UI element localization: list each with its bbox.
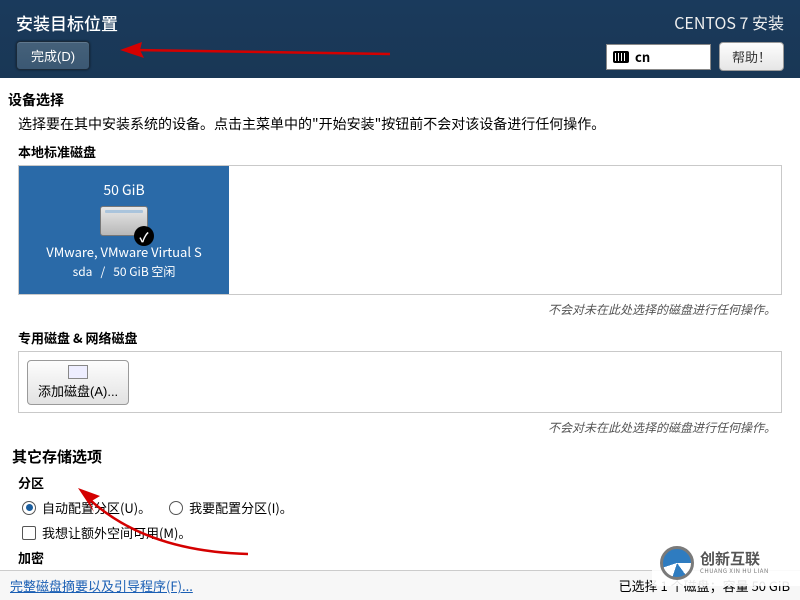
header-bar: 安装目标位置 完成(D) CENTOS 7 安装 cn 帮助！	[0, 0, 800, 78]
network-disks-heading: 专用磁盘 & 网络磁盘	[18, 328, 792, 347]
keyboard-layout-box[interactable]: cn	[606, 44, 711, 70]
device-selection-desc: 选择要在其中安装系统的设备。点击主菜单中的"开始安装"按钮前不会对该设备进行任何…	[18, 114, 792, 134]
watermark-sub: CHUANG XIN HU LIAN	[700, 566, 769, 575]
watermark-name: 创新互联	[700, 551, 769, 566]
local-disks-note: 不会对未在此处选择的磁盘进行任何操作。	[8, 301, 776, 318]
partition-radio-row: 自动配置分区(U)。 我要配置分区(I)。	[22, 498, 792, 517]
watermark-logo-icon	[660, 546, 694, 580]
local-disks-heading: 本地标准磁盘	[18, 142, 792, 161]
disk-free: 50 GiB 空闲	[113, 263, 175, 280]
other-storage-heading: 其它存储选项	[12, 446, 792, 467]
disk-meta: sda / 50 GiB 空闲	[73, 263, 176, 280]
radio-icon	[169, 501, 183, 515]
keyboard-icon	[613, 51, 629, 63]
disk-tile[interactable]: 50 GiB VMware, VMware Virtual S sda / 50…	[19, 166, 229, 294]
header-right: CENTOS 7 安装 cn 帮助！	[606, 10, 784, 71]
done-button[interactable]: 完成(D)	[16, 41, 90, 70]
add-disk-button[interactable]: 添加磁盘(A)...	[27, 360, 129, 405]
network-disks-note: 不会对未在此处选择的磁盘进行任何操作。	[8, 419, 776, 436]
disk-summary-link[interactable]: 完整磁盘摘要以及引导程序(F)...	[10, 576, 193, 595]
extra-space-checkbox[interactable]: 我想让额外空间可用(M)。	[22, 523, 191, 542]
auto-partition-label: 自动配置分区(U)。	[42, 498, 151, 517]
disk-add-icon	[68, 365, 88, 379]
disk-model-label: VMware, VMware Virtual S	[25, 242, 223, 261]
local-disks-panel: 50 GiB VMware, VMware Virtual S sda / 50…	[18, 165, 782, 295]
disk-id: sda	[73, 263, 93, 280]
extra-space-label: 我想让额外空间可用(M)。	[42, 523, 191, 542]
partition-heading: 分区	[18, 473, 792, 492]
manual-partition-radio[interactable]: 我要配置分区(I)。	[169, 498, 293, 517]
disk-icon-wrap	[100, 202, 148, 240]
device-selection-heading: 设备选择	[8, 90, 792, 110]
lang-bar: cn 帮助！	[606, 42, 784, 71]
radio-icon	[22, 501, 36, 515]
installer-title: CENTOS 7 安装	[606, 10, 784, 34]
keyboard-layout-label: cn	[635, 47, 650, 66]
watermark: 创新互联 CHUANG XIN HU LIAN	[652, 540, 800, 586]
checkbox-icon	[22, 526, 36, 540]
auto-partition-radio[interactable]: 自动配置分区(U)。	[22, 498, 151, 517]
watermark-text-wrap: 创新互联 CHUANG XIN HU LIAN	[700, 551, 769, 575]
disk-sep: /	[100, 263, 105, 280]
network-disks-panel: 添加磁盘(A)...	[18, 351, 782, 413]
annotation-arrow-done	[120, 40, 390, 64]
disk-size-label: 50 GiB	[103, 180, 144, 200]
content-area: 设备选择 选择要在其中安装系统的设备。点击主菜单中的"开始安装"按钮前不会对该设…	[0, 78, 800, 567]
check-icon	[134, 226, 154, 246]
manual-partition-label: 我要配置分区(I)。	[189, 498, 293, 517]
add-disk-label: 添加磁盘(A)...	[38, 381, 118, 400]
help-button[interactable]: 帮助！	[719, 42, 784, 71]
